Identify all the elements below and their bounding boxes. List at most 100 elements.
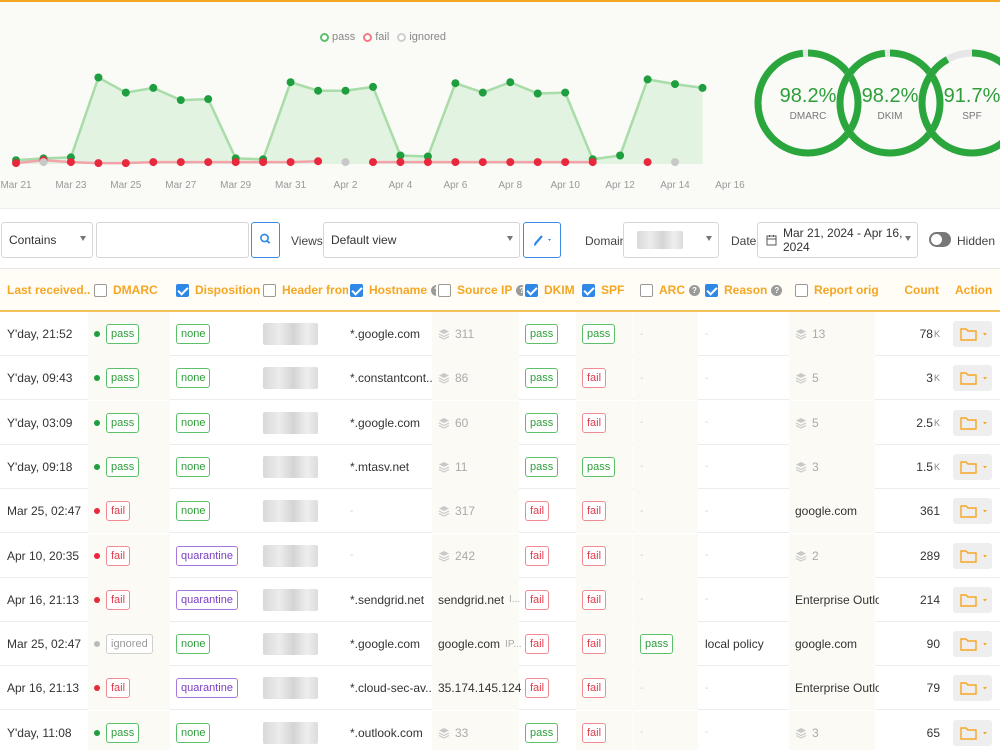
table-row[interactable]: Y'day, 09:18 pass none *.mtasv.net 11 pass pas… <box>0 444 1000 489</box>
fail-point[interactable] <box>533 158 542 167</box>
fail-point[interactable] <box>506 158 515 167</box>
column-header-reason[interactable]: Reason? <box>705 269 793 311</box>
fail-point[interactable] <box>588 158 597 167</box>
column-toggle-checkbox[interactable] <box>795 283 808 297</box>
table-row[interactable]: Mar 25, 02:47 fail none - 317 fail fail - - googl… <box>0 489 1000 534</box>
row-action-button[interactable] <box>953 409 992 436</box>
help-icon[interactable]: ? <box>771 284 783 296</box>
pass-point[interactable] <box>643 75 652 84</box>
help-icon[interactable]: ? <box>689 284 700 296</box>
domain-select[interactable] <box>623 222 719 258</box>
column-toggle-checkbox[interactable] <box>176 283 189 297</box>
pass-point[interactable] <box>671 80 679 89</box>
view-select[interactable]: Default view <box>323 222 520 258</box>
fail-point[interactable] <box>478 158 487 167</box>
stack-icon <box>438 417 450 429</box>
table-row[interactable]: Mar 25, 02:47 ignored none *.google.com goog… <box>0 622 1000 667</box>
fail-point[interactable] <box>314 157 323 166</box>
fail-point[interactable] <box>259 158 268 167</box>
pass-point[interactable] <box>698 83 707 92</box>
column-toggle-checkbox[interactable] <box>438 283 451 297</box>
fail-point[interactable] <box>94 159 103 168</box>
edit-view-button[interactable] <box>523 222 561 258</box>
row-action-button[interactable] <box>953 586 992 613</box>
search-input[interactable] <box>96 222 249 258</box>
row-action-button[interactable] <box>953 675 992 702</box>
column-toggle-checkbox[interactable] <box>582 283 595 297</box>
column-toggle-checkbox[interactable] <box>525 283 538 297</box>
column-toggle-checkbox[interactable] <box>263 283 276 297</box>
pass-point[interactable] <box>314 86 323 95</box>
table-row[interactable]: Apr 16, 21:13 fail quarantine *.cloud-sec-a… <box>0 666 1000 711</box>
row-action-button[interactable] <box>953 631 992 658</box>
fail-point[interactable] <box>451 158 460 167</box>
row-action-button[interactable] <box>953 321 992 347</box>
pass-point[interactable] <box>561 88 570 97</box>
filter-mode-select[interactable]: Contains <box>1 222 93 258</box>
column-header-hostname[interactable]: Hostname? <box>350 269 436 311</box>
pass-point[interactable] <box>94 73 103 82</box>
column-header-last-received[interactable]: Last received... <box>7 269 91 311</box>
table-row[interactable]: Apr 10, 20:35 fail quarantine - 242 fail fail -… <box>0 533 1000 578</box>
row-action-button[interactable] <box>953 365 992 392</box>
fail-point[interactable] <box>204 158 213 167</box>
pass-point[interactable] <box>341 86 350 95</box>
pass-point[interactable] <box>616 151 625 160</box>
ignored-point[interactable] <box>671 158 679 167</box>
column-header-dkim[interactable]: DKIM <box>525 269 580 311</box>
column-header-action[interactable]: Action <box>955 269 997 311</box>
dkim-cell: fail <box>525 489 580 533</box>
fail-point[interactable] <box>369 158 377 167</box>
column-header-report-origin[interactable]: Report origin? <box>795 269 879 311</box>
ignored-point[interactable] <box>39 158 48 167</box>
fail-point[interactable] <box>12 159 20 168</box>
ignored-point[interactable] <box>341 158 350 167</box>
dkim-cell: fail <box>525 578 580 622</box>
column-header-dmarc[interactable]: DMARC <box>94 269 174 311</box>
fail-point[interactable] <box>423 158 432 167</box>
help-icon[interactable]: ? <box>516 284 523 296</box>
column-toggle-checkbox[interactable] <box>94 283 107 297</box>
column-header-spf[interactable]: SPF <box>582 269 637 311</box>
column-toggle-checkbox[interactable] <box>640 283 653 297</box>
fail-point[interactable] <box>66 158 75 167</box>
fail-point[interactable] <box>149 158 158 167</box>
pass-point[interactable] <box>121 88 130 97</box>
column-header-arc[interactable]: ARC? <box>640 269 702 311</box>
pass-point[interactable] <box>149 83 158 92</box>
column-header-count[interactable]: Count <box>879 269 939 311</box>
pass-point[interactable] <box>369 82 377 91</box>
table-row[interactable]: Y'day, 03:09 pass none *.google.com 60 pass fa… <box>0 400 1000 445</box>
fail-point[interactable] <box>121 159 130 168</box>
column-toggle-checkbox[interactable] <box>705 283 718 297</box>
pass-point[interactable] <box>451 79 460 88</box>
row-action-button[interactable] <box>953 542 992 569</box>
table-row[interactable]: Y'day, 09:43 pass none *.constantcont... 86 p… <box>0 356 1000 401</box>
row-action-button[interactable] <box>953 453 992 480</box>
table-row[interactable]: Y'day, 11:08 pass none *.outlook.com 33 pass f… <box>0 710 1000 750</box>
row-action-button[interactable] <box>953 498 992 525</box>
pass-point[interactable] <box>204 95 213 104</box>
search-button[interactable] <box>251 222 280 258</box>
column-header-source-ip[interactable]: Source IP? <box>438 269 523 311</box>
pass-point[interactable] <box>533 89 542 98</box>
pass-point[interactable] <box>506 78 515 87</box>
fail-point[interactable] <box>396 158 405 167</box>
column-header-header-from[interactable]: Header from? <box>263 269 348 311</box>
pass-point[interactable] <box>478 88 487 97</box>
fail-point[interactable] <box>231 158 240 167</box>
pass-point[interactable] <box>176 96 185 105</box>
date-range-picker[interactable]: Mar 21, 2024 - Apr 16, 2024 <box>757 222 918 258</box>
fail-point[interactable] <box>643 158 652 167</box>
fail-point[interactable] <box>561 158 570 167</box>
pass-point[interactable] <box>286 78 295 87</box>
help-icon[interactable]: ? <box>431 284 436 296</box>
column-header-disposition[interactable]: Disposition <box>176 269 260 311</box>
table-row[interactable]: Apr 16, 21:13 fail quarantine *.sendgrid.ne… <box>0 577 1000 622</box>
column-toggle-checkbox[interactable] <box>350 283 363 297</box>
row-action-button[interactable] <box>953 719 992 746</box>
hidden-toggle[interactable] <box>929 232 951 247</box>
table-row[interactable]: Y'day, 21:52 pass none *.google.com 311 pass p… <box>0 312 1000 356</box>
fail-point[interactable] <box>176 158 185 167</box>
fail-point[interactable] <box>286 158 295 167</box>
